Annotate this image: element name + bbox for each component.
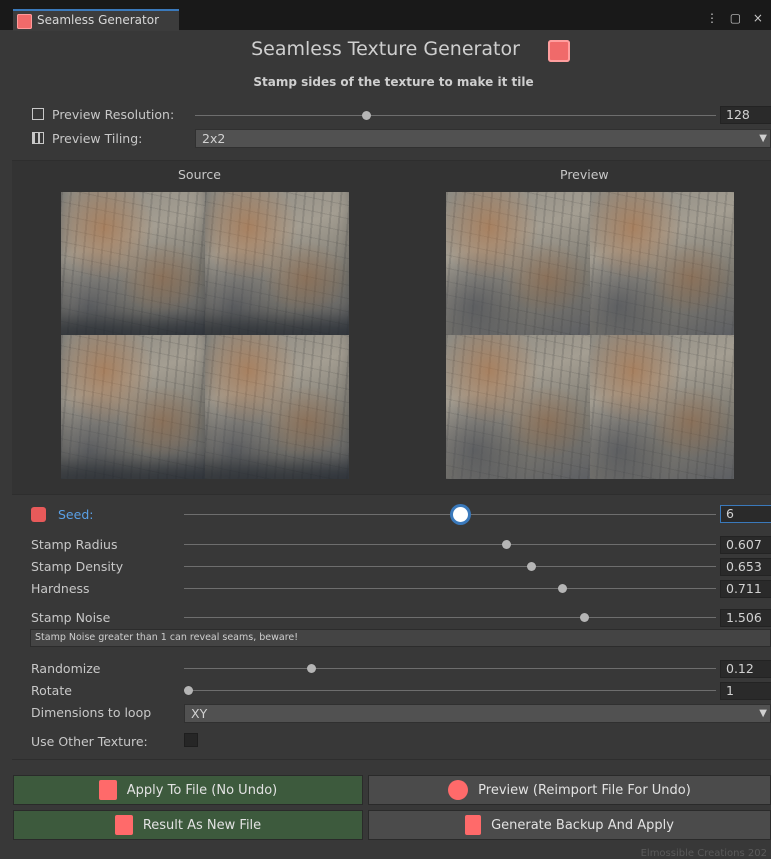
param-thumb[interactable] [526,562,536,571]
param-label: Stamp Radius [31,537,118,552]
param-field[interactable]: 1.506 [720,609,771,627]
preview-resolution-label: Preview Resolution: [52,107,175,122]
seed-track[interactable] [184,514,716,515]
randomize-field[interactable]: 0.12 [720,660,771,678]
preview-resolution-thumb[interactable] [362,111,372,120]
preview-image [446,192,734,479]
result-as-new-file-button[interactable]: Result As New File [13,810,363,840]
param-track[interactable] [184,588,716,589]
magnifier-eye-icon [448,780,469,800]
tab-seamless-generator[interactable]: Seamless Generator [13,9,179,31]
source-tile [61,192,205,335]
save-disk-icon [114,815,133,835]
warning-text: Stamp Noise greater than 1 can reveal se… [35,632,299,643]
result-as-new-file-label: Result As New File [142,817,262,833]
apply-to-file-button[interactable]: Apply To File (No Undo) [13,775,363,805]
page-title: Seamless Texture Generator [251,38,520,60]
window-controls[interactable]: ⋮ ▢ × [706,11,767,25]
tab-label: Seamless Generator [37,13,160,27]
param-track[interactable] [184,566,716,567]
seed-thumb[interactable] [453,507,469,522]
preview-tiling-dropdown[interactable]: 2x2 ▼ [195,129,771,148]
preview-label: Preview [560,167,609,182]
preview-resolution-track[interactable] [195,115,716,116]
rotate-field[interactable]: 1 [720,682,771,700]
apply-to-file-label: Apply To File (No Undo) [126,782,278,798]
rotate-track[interactable] [184,690,716,691]
source-tile [205,335,349,479]
param-track[interactable] [184,617,716,618]
param-thumb[interactable] [580,613,590,622]
chevron-down-icon: ▼ [759,133,767,144]
use-other-texture-label: Use Other Texture: [31,734,148,749]
generate-backup-label: Generate Backup And Apply [491,817,674,833]
clipboard-icon [465,815,482,835]
chevron-down-icon: ▼ [759,708,767,719]
seed-label: Seed: [58,507,94,522]
preview-tiling-label: Preview Tiling: [52,131,143,146]
param-thumb[interactable] [557,584,567,593]
resize-icon [32,108,44,120]
preview-resolution-field[interactable]: 128 [720,106,771,124]
dice-icon [31,507,46,522]
dimensions-dropdown[interactable]: XY ▼ [184,704,771,723]
grid-icon [32,132,44,144]
preview-reimport-button[interactable]: Preview (Reimport File For Undo) [368,775,771,805]
param-thumb[interactable] [502,540,512,549]
dimensions-value: XY [191,706,208,721]
param-label: Hardness [31,581,90,596]
footer-credit: Elmossible Creations 202 [640,848,767,859]
preview-reimport-label: Preview (Reimport File For Undo) [478,782,691,798]
divider [12,759,771,760]
preview-tile [590,335,734,479]
use-other-texture-checkbox[interactable] [184,733,198,747]
page-subtitle: Stamp sides of the texture to make it ti… [253,75,534,89]
warning-box: Stamp Noise greater than 1 can reveal se… [30,629,771,647]
preview-tiling-value: 2x2 [202,131,226,146]
divider [12,494,771,495]
generate-backup-button[interactable]: Generate Backup And Apply [368,810,771,840]
randomize-track[interactable] [184,668,716,669]
param-field[interactable]: 0.711 [720,580,771,598]
seed-field[interactable]: 6 [720,505,771,523]
randomize-label: Randomize [31,661,101,676]
param-label: Stamp Noise [31,610,111,625]
preview-tile [590,192,734,335]
source-tile [205,192,349,335]
dimensions-label: Dimensions to loop [31,705,152,720]
tab-bar: Seamless Generator ⋮ ▢ × [0,0,771,31]
source-tile [61,335,205,479]
param-label: Stamp Density [31,559,124,574]
source-label: Source [178,167,221,182]
stamp-icon [548,40,570,62]
param-track[interactable] [184,544,716,545]
file-apply-icon [98,780,117,800]
randomize-thumb[interactable] [307,664,317,673]
preview-tile [446,192,590,335]
param-field[interactable]: 0.653 [720,558,771,576]
rotate-thumb[interactable] [183,686,193,695]
preview-tile [446,335,590,479]
param-field[interactable]: 0.607 [720,536,771,554]
stamp-icon [17,14,32,29]
source-image [61,192,349,479]
rotate-label: Rotate [31,683,72,698]
